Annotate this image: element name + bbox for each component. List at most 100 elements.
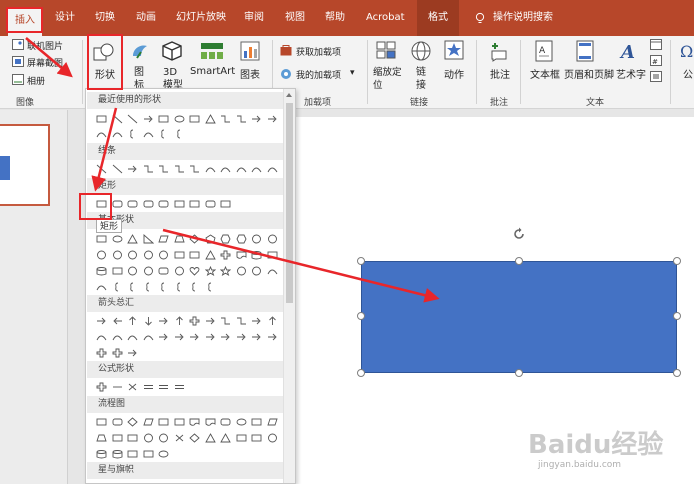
shape-option[interactable]: [125, 280, 141, 293]
shape-option[interactable]: [156, 112, 172, 125]
shape-option[interactable]: [110, 162, 126, 175]
blue-rectangle-shape[interactable]: [361, 261, 677, 373]
shape-option[interactable]: [249, 330, 265, 343]
shape-option[interactable]: [141, 162, 157, 175]
resize-handle-left[interactable]: [357, 312, 365, 320]
shape-option[interactable]: [218, 112, 234, 125]
shape-option[interactable]: [141, 447, 157, 460]
online-pictures-button[interactable]: 联机图片: [27, 39, 63, 52]
shape-option[interactable]: [203, 431, 219, 444]
shape-option[interactable]: [141, 330, 157, 343]
shape-option[interactable]: [249, 431, 265, 444]
shape-option[interactable]: [94, 431, 110, 444]
shape-option[interactable]: [172, 380, 188, 393]
shape-option[interactable]: [172, 330, 188, 343]
shape-option[interactable]: [203, 280, 219, 293]
shape-option[interactable]: [203, 162, 219, 175]
shape-option[interactable]: [94, 346, 110, 359]
shape-option[interactable]: [125, 112, 141, 125]
shape-option[interactable]: [187, 232, 203, 245]
shape-option[interactable]: [172, 127, 188, 140]
shape-option[interactable]: [187, 112, 203, 125]
shape-option[interactable]: [234, 232, 250, 245]
shape-option[interactable]: [110, 380, 126, 393]
shape-option[interactable]: [156, 380, 172, 393]
tab-animations[interactable]: 动画: [136, 0, 156, 36]
shape-option[interactable]: [125, 127, 141, 140]
shape-option[interactable]: [94, 380, 110, 393]
shape-option[interactable]: [265, 232, 281, 245]
shape-option[interactable]: [156, 415, 172, 428]
link-button[interactable]: 链接: [416, 66, 428, 92]
shape-option[interactable]: [141, 197, 157, 210]
tab-design[interactable]: 设计: [55, 0, 75, 36]
shape-option[interactable]: [125, 431, 141, 444]
shape-option[interactable]: [203, 264, 219, 277]
tab-view[interactable]: 视图: [285, 0, 305, 36]
tell-me-search[interactable]: 操作说明搜索: [493, 0, 553, 36]
shape-option[interactable]: [172, 415, 188, 428]
shape-option[interactable]: [218, 248, 234, 261]
shape-option[interactable]: [203, 197, 219, 210]
shape-option[interactable]: [234, 264, 250, 277]
shape-option[interactable]: [125, 380, 141, 393]
shape-option[interactable]: [94, 162, 110, 175]
screenshot-button[interactable]: 屏幕截图: [27, 56, 63, 69]
shape-option[interactable]: [156, 197, 172, 210]
shape-option[interactable]: [110, 280, 126, 293]
shape-option[interactable]: [249, 314, 265, 327]
shape-option[interactable]: [141, 248, 157, 261]
shape-option[interactable]: [249, 112, 265, 125]
tab-transitions[interactable]: 切换: [95, 0, 115, 36]
tab-slideshow[interactable]: 幻灯片放映: [176, 0, 226, 36]
shape-option[interactable]: [141, 431, 157, 444]
get-addins-button[interactable]: 获取加载项: [296, 45, 341, 58]
shape-option[interactable]: [187, 162, 203, 175]
shape-option[interactable]: [265, 314, 281, 327]
resize-handle-top[interactable]: [515, 257, 523, 265]
shape-option[interactable]: [234, 248, 250, 261]
shape-option[interactable]: [172, 431, 188, 444]
shape-option[interactable]: [125, 415, 141, 428]
shape-option[interactable]: [265, 248, 281, 261]
smartart-button[interactable]: SmartArt: [190, 66, 235, 77]
comment-button[interactable]: 批注: [490, 66, 510, 81]
shape-option[interactable]: [110, 112, 126, 125]
shape-option[interactable]: [156, 232, 172, 245]
shape-option[interactable]: [156, 248, 172, 261]
shape-option[interactable]: [265, 330, 281, 343]
chart-button[interactable]: 图表: [240, 66, 260, 81]
shape-option[interactable]: [110, 330, 126, 343]
shape-option[interactable]: [265, 431, 281, 444]
shape-option[interactable]: [187, 431, 203, 444]
shape-option[interactable]: [156, 431, 172, 444]
shape-option[interactable]: [172, 197, 188, 210]
shape-option[interactable]: [187, 197, 203, 210]
shape-option[interactable]: [203, 248, 219, 261]
shape-option[interactable]: [94, 248, 110, 261]
slide-thumbnail[interactable]: [0, 124, 50, 206]
resize-handle-bottom[interactable]: [515, 369, 523, 377]
shape-option[interactable]: [234, 112, 250, 125]
tab-help[interactable]: 帮助: [325, 0, 345, 36]
shape-option[interactable]: [218, 415, 234, 428]
shape-option[interactable]: [156, 264, 172, 277]
header-footer-button[interactable]: 页眉和页脚: [564, 66, 614, 81]
resize-handle-bottom-right[interactable]: [673, 369, 681, 377]
shape-option[interactable]: [141, 415, 157, 428]
symbols-button[interactable]: 公: [683, 66, 693, 81]
shape-option[interactable]: [249, 162, 265, 175]
textbox-button[interactable]: 文本框: [530, 66, 560, 81]
shape-option[interactable]: [172, 248, 188, 261]
shape-option[interactable]: [249, 264, 265, 277]
shape-option[interactable]: [110, 346, 126, 359]
shape-option[interactable]: [218, 264, 234, 277]
resize-handle-bottom-left[interactable]: [357, 369, 365, 377]
shape-option[interactable]: [172, 314, 188, 327]
shape-option[interactable]: [249, 232, 265, 245]
action-button[interactable]: 动作: [444, 66, 464, 81]
shape-option[interactable]: [218, 314, 234, 327]
shape-option[interactable]: [265, 162, 281, 175]
shape-option[interactable]: [156, 162, 172, 175]
shape-option[interactable]: [94, 415, 110, 428]
